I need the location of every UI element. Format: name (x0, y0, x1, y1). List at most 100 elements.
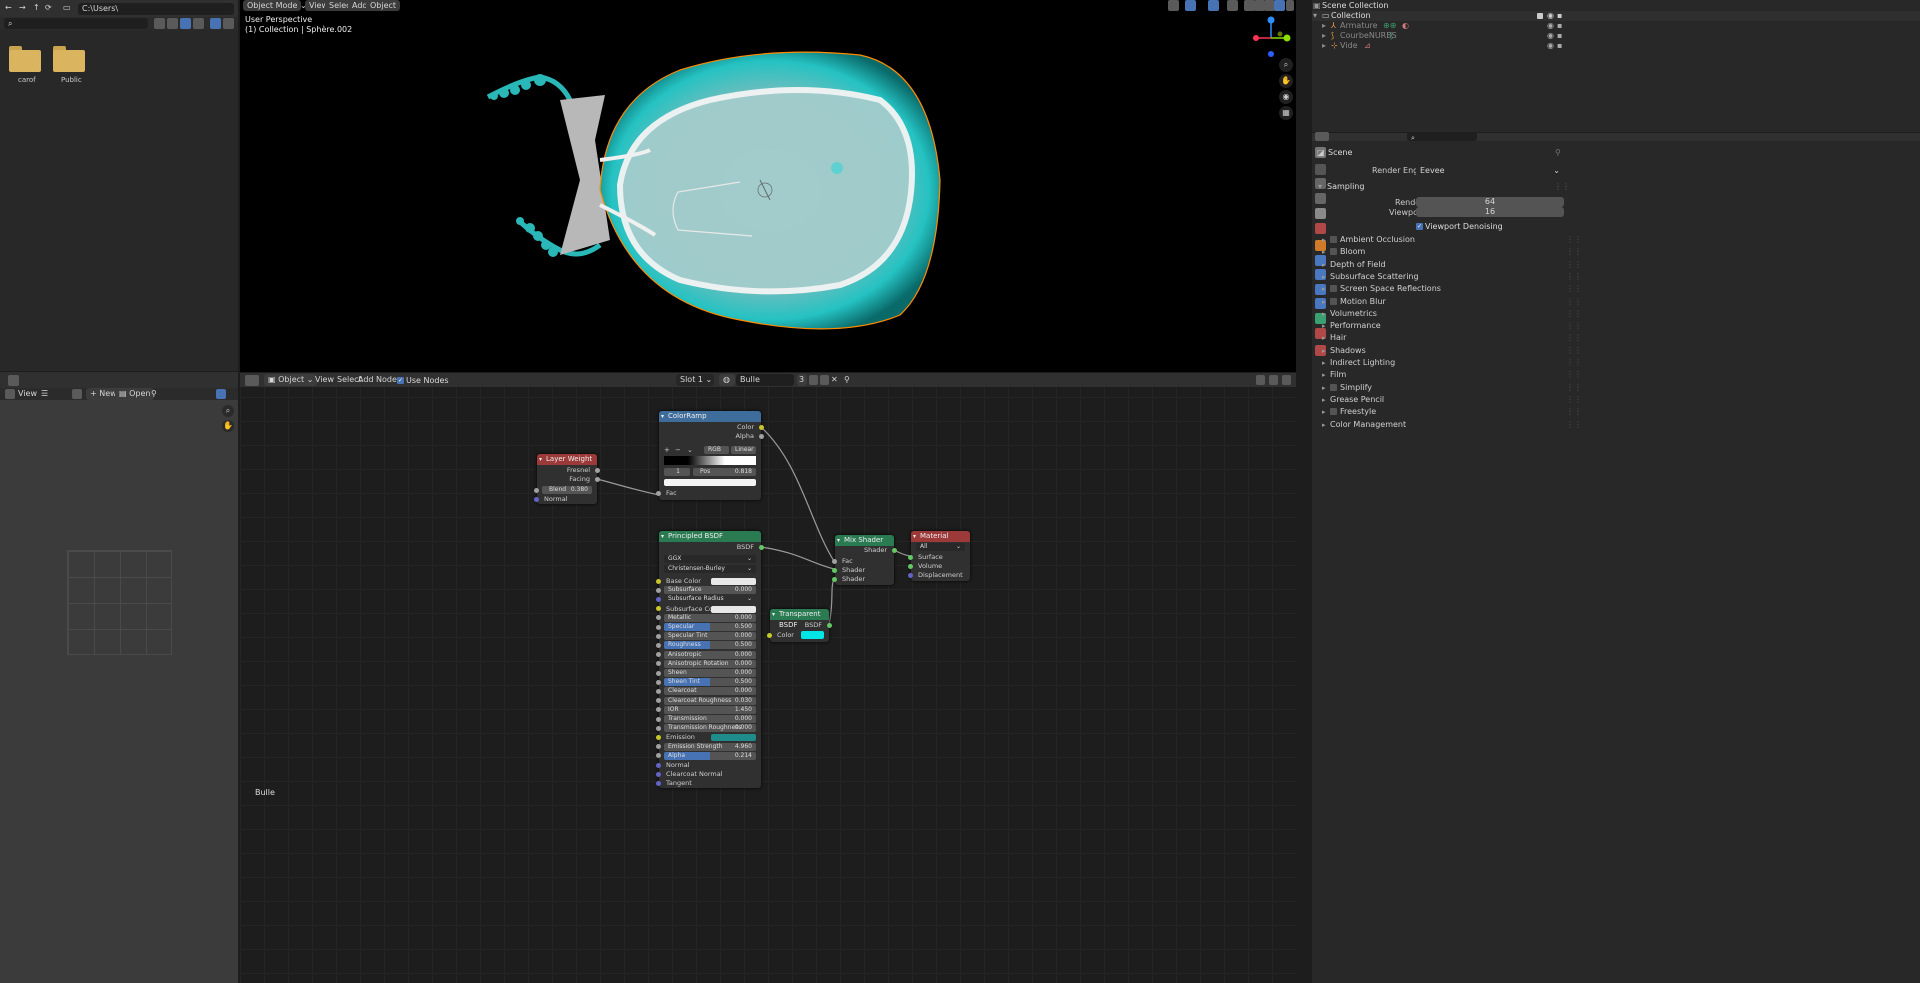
drag-handle-icon[interactable]: ⋮⋮ (1566, 309, 1582, 319)
shader-node-editor[interactable]: ▣ Object ⌄ View Select Add Node ✓ Use No… (240, 373, 1296, 983)
bsdf-output-socket[interactable] (827, 623, 832, 628)
drag-handle-icon[interactable]: ⋮⋮ (1566, 383, 1582, 393)
properties-search-input[interactable]: ⌕ (1407, 132, 1477, 142)
filter-options-icon[interactable] (223, 18, 234, 29)
fac-input-socket[interactable] (656, 491, 661, 496)
folder-carof[interactable]: carof (9, 42, 41, 84)
input-socket[interactable] (656, 725, 661, 731)
remove-stop-icon[interactable]: − (675, 445, 681, 455)
input-row-anisotropic[interactable]: Anisotropic 0.000 (664, 650, 756, 659)
input-socket[interactable] (656, 670, 661, 676)
panel-freestyle[interactable]: Freestyle ⋮⋮ (1322, 406, 1582, 418)
render-tab-icon[interactable] (1315, 164, 1326, 175)
view-mode-icon[interactable] (5, 389, 15, 399)
parent-directory-icon[interactable]: ↑ (33, 2, 40, 14)
drag-handle-icon[interactable]: ⋮⋮ (1566, 272, 1582, 282)
editor-type-icon[interactable] (1315, 132, 1329, 141)
overlay-toggle-icon[interactable] (1208, 0, 1219, 11)
input-row-transmission[interactable]: Transmission 0.000 (664, 715, 756, 723)
camera-icon[interactable]: ▪ (1557, 11, 1562, 21)
view-menu[interactable]: View (18, 388, 37, 400)
exclude-checkbox-icon[interactable] (1537, 13, 1543, 19)
stop-position-field[interactable]: Pos 0.818 (693, 468, 756, 476)
visibility-icon[interactable] (1168, 0, 1179, 11)
drag-handle-icon[interactable]: ⋮⋮ (1566, 346, 1582, 356)
panel-hair[interactable]: Hair ⋮⋮ (1322, 332, 1582, 344)
viewport-samples-field[interactable]: 16 (1416, 207, 1564, 217)
outliner-row-armature[interactable]: ▸ ⅄ Armature ⊕⊕ ◐ ◉ ▪ (1312, 21, 1920, 31)
color-swatch[interactable] (711, 605, 756, 613)
drag-handle-icon[interactable]: ⋮⋮ (1566, 235, 1582, 245)
surface-input-socket[interactable] (908, 555, 913, 560)
pan-hand-icon[interactable]: ✋ (1279, 74, 1293, 88)
principled-bsdf-title[interactable]: Principled BSDF (659, 531, 761, 542)
panel-ambient-occlusion[interactable]: Ambient Occlusion ⋮⋮ (1322, 234, 1582, 246)
new-folder-icon[interactable]: ▭ (63, 2, 71, 14)
blend-field[interactable]: Blend 0.380 (542, 486, 592, 494)
input-row-emission-strength[interactable]: Emission Strength 4.960 (664, 742, 756, 751)
input-socket[interactable] (656, 652, 661, 658)
shader1-input-socket[interactable] (832, 568, 837, 573)
eye-icon[interactable]: ◉ (1547, 41, 1554, 51)
input-socket[interactable] (656, 698, 661, 704)
mix-shader-title[interactable]: Mix Shader (835, 535, 894, 546)
alpha-output-socket[interactable] (759, 434, 764, 439)
editor-type-icon[interactable] (8, 375, 19, 386)
checkbox-icon[interactable] (1330, 285, 1337, 293)
sort-dropdown-icon[interactable] (193, 18, 204, 29)
drag-handle-icon[interactable]: ⋮⋮ (1566, 420, 1582, 430)
color-ramp-gradient[interactable] (664, 456, 756, 465)
input-row-sheen-tint[interactable]: Sheen Tint 0.500 (664, 678, 756, 687)
input-row-clearcoat[interactable]: Clearcoat 0.000 (664, 687, 756, 696)
shading-options-icon[interactable] (1286, 0, 1294, 11)
color-swatch[interactable] (711, 734, 756, 742)
input-socket[interactable] (656, 587, 661, 593)
eye-icon[interactable]: ◉ (1547, 31, 1554, 41)
disclosure-closed-icon[interactable]: ▸ (1322, 21, 1326, 31)
3d-viewport[interactable]: Object Mode ⌄ View Select Add Object Use… (240, 0, 1296, 372)
subsurface-method-dropdown[interactable]: Christensen-Burley ⌄ (664, 565, 756, 573)
disclosure-open-icon[interactable]: ▾ (1313, 11, 1317, 21)
camera-icon[interactable]: ▪ (1557, 41, 1562, 51)
bsdf-output-socket[interactable] (759, 545, 764, 550)
drag-handle-icon[interactable]: ⋮⋮ (1566, 358, 1582, 368)
drag-handle-icon[interactable]: ⋮⋮ (1566, 395, 1582, 405)
shader-output-socket[interactable] (892, 548, 897, 553)
color-mode-dropdown[interactable]: RGB (704, 446, 729, 454)
object-menu[interactable]: Object (366, 0, 401, 11)
transparent-bsdf-node[interactable]: Transparent BSDF BSDF Color (767, 609, 832, 642)
zoom-icon[interactable]: ⌕ (1279, 58, 1293, 72)
drag-handle-icon[interactable]: ⋮⋮ (1554, 182, 1570, 192)
world-tab-icon[interactable] (1315, 223, 1326, 234)
checkbox-icon[interactable] (1330, 408, 1337, 416)
xray-icon[interactable] (1227, 0, 1238, 11)
transparent-bsdf-title[interactable]: Transparent BSDF (770, 609, 829, 629)
outliner-row-courbenurbs[interactable]: ▸ ⟆ CourbeNURBS ⟆ ◉ ▪ (1312, 31, 1920, 41)
sampling-panel-header[interactable]: ▾ Sampling ⋮⋮ (1318, 181, 1918, 193)
material-output-title[interactable]: Material Output (911, 531, 970, 551)
volume-input-socket[interactable] (908, 564, 913, 569)
transparent-color-swatch[interactable] (801, 631, 824, 639)
fac-input-socket[interactable] (832, 559, 837, 564)
output-target-dropdown[interactable]: All ⌄ (916, 543, 965, 551)
input-socket[interactable] (656, 596, 661, 602)
color-ramp-node[interactable]: ColorRamp Color Alpha + − ⌄ RGB Linear 1… (656, 411, 764, 500)
render-samples-field[interactable]: 64 (1416, 197, 1564, 207)
outliner-row-collection[interactable]: ▾ ▭ Collection ◉ ▪ (1312, 11, 1920, 21)
color-input-socket[interactable] (767, 633, 772, 638)
panel-simplify[interactable]: Simplify ⋮⋮ (1322, 382, 1582, 394)
rendered-shading-icon[interactable] (1274, 0, 1285, 11)
display-thumbnails-icon[interactable] (180, 18, 191, 29)
camera-icon[interactable]: ▪ (1557, 31, 1562, 41)
panel-shadows[interactable]: Shadows ⋮⋮ (1322, 345, 1582, 357)
panel-depth-of-field[interactable]: Depth of Field ⋮⋮ (1322, 259, 1582, 271)
checkbox-icon[interactable] (1330, 297, 1337, 305)
viewport-denoising-toggle[interactable]: ✓ Viewport Denoising (1416, 221, 1566, 233)
input-row-transmission-roughness[interactable]: Transmission Roughness 0.000 (664, 724, 756, 733)
open-image-button[interactable]: ▤ Open (115, 388, 155, 400)
scene-tab-icon[interactable] (1315, 208, 1326, 219)
path-field[interactable]: C:\Users\ (78, 3, 234, 15)
panel-subsurface-scattering[interactable]: Subsurface Scattering ⋮⋮ (1322, 271, 1582, 283)
input-row-sheen[interactable]: Sheen 0.000 (664, 669, 756, 677)
panel-indirect-lighting[interactable]: Indirect Lighting ⋮⋮ (1322, 357, 1582, 369)
